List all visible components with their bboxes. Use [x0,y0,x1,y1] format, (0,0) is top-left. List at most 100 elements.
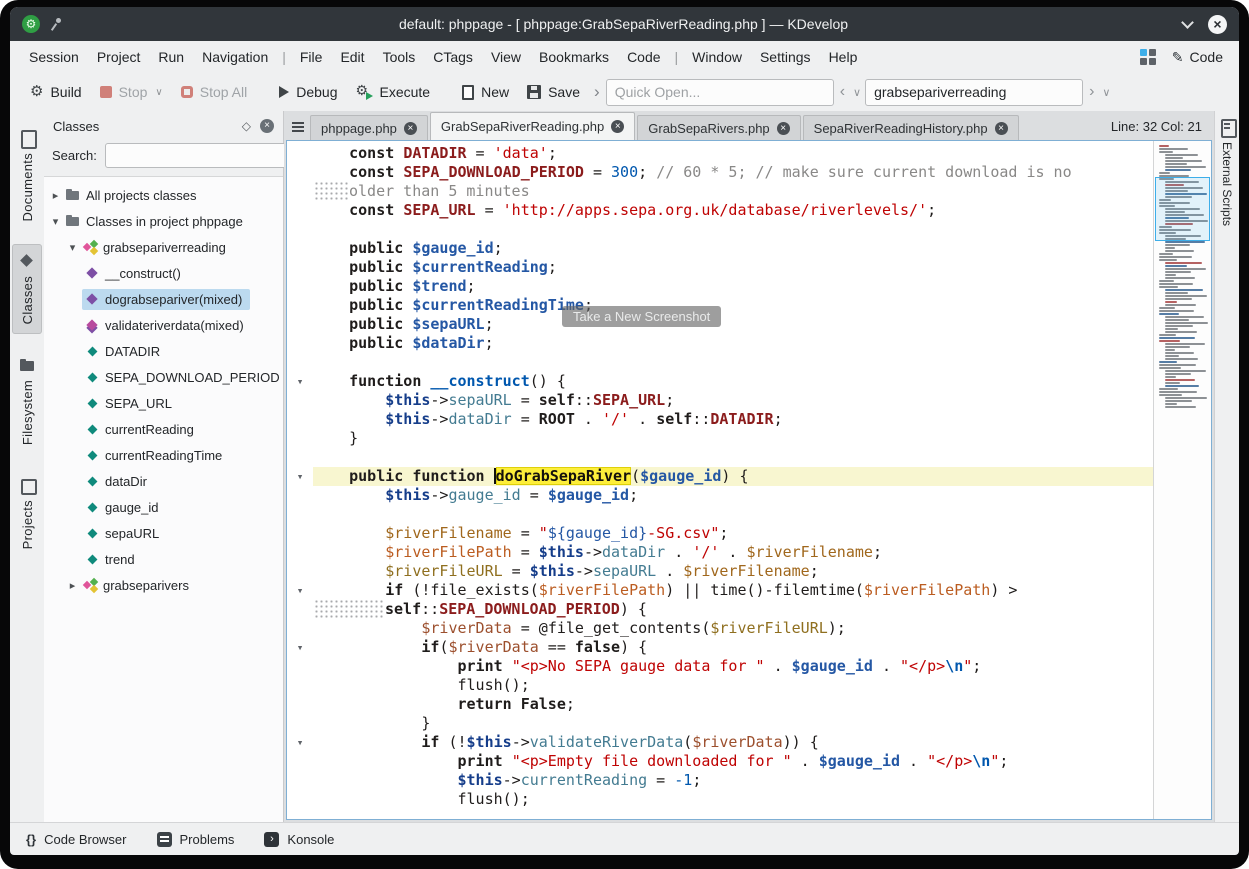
menu-item-run[interactable]: Run [149,44,193,70]
menu-item-session[interactable]: Session [20,44,88,70]
code-token: . [900,752,927,770]
minimap-viewport[interactable] [1155,177,1210,241]
tree-item--construct-[interactable]: __construct() [44,260,283,286]
dock-tab-classes[interactable]: Classes [12,244,42,333]
save-button[interactable]: Save [519,80,588,104]
menu-item-help[interactable]: Help [820,44,867,70]
fold-marker-icon[interactable]: ▾ [287,638,313,657]
classes-tree[interactable]: ▸All projects classes▾Classes in project… [44,176,283,822]
minimap-line [1159,307,1175,309]
document-list-icon[interactable] [286,115,310,139]
minimap-line [1165,331,1197,333]
minimap-line [1159,334,1176,336]
fold-marker-icon[interactable]: ▾ [287,581,313,600]
classes-search-input[interactable] [105,143,295,168]
fold-marker-icon[interactable]: ▾ [287,372,313,391]
editor-tab[interactable]: GrabSepaRivers.php× [637,115,800,140]
minimap[interactable] [1153,141,1211,819]
toolview-button-konsole[interactable]: ›Konsole [264,832,334,847]
tree-item-gauge-id[interactable]: gauge_id [44,494,283,520]
nav-next-icon[interactable]: › [1085,83,1098,101]
chevron-down-icon[interactable] [1181,16,1194,29]
tree-item-sepa-download-period[interactable]: SEPA_DOWNLOAD_PERIOD [44,364,283,390]
fold-marker-icon[interactable]: ▾ [287,467,313,486]
dock-tab-external-scripts[interactable]: External Scripts [1219,119,1235,226]
code-token: public [349,334,403,352]
expander-icon[interactable]: ▸ [48,189,63,202]
code-token [394,201,403,219]
stop-all-label: Stop All [200,84,247,100]
dock-tab-projects[interactable]: Projects [12,468,42,558]
tab-close-icon[interactable]: × [777,122,790,135]
expander-icon[interactable]: ▾ [65,241,80,254]
tab-close-icon[interactable]: × [404,122,417,135]
menu-item-file[interactable]: File [291,44,332,70]
toolbar-overflow-icon[interactable]: › [590,82,604,102]
pin-icon[interactable] [50,16,64,32]
tab-close-icon[interactable]: × [995,122,1008,135]
debug-button[interactable]: Debug [271,80,345,104]
menu-item-view[interactable]: View [482,44,530,70]
menu-item-navigation[interactable]: Navigation [193,44,277,70]
tree-item-trend[interactable]: trend [44,546,283,572]
build-button[interactable]: ⚙ Build [22,80,90,104]
menu-item-settings[interactable]: Settings [751,44,820,70]
code-line: $riverFilePath = $this->dataDir . '/' . … [287,543,1153,562]
area-grid-icon[interactable] [1140,49,1156,65]
stop-button[interactable]: Stop ∨ [92,80,171,104]
tree-item-sepa-url[interactable]: SEPA_URL [44,390,283,416]
menu-item-ctags[interactable]: CTags [424,44,482,70]
tree-item-datadir[interactable]: dataDir [44,468,283,494]
tree-item-currentreadingtime[interactable]: currentReadingTime [44,442,283,468]
search-nav-input[interactable] [865,79,1083,106]
menu-item-bookmarks[interactable]: Bookmarks [530,44,618,70]
tree-item-classes-in-project-phppage[interactable]: ▾Classes in project phppage [44,208,283,234]
code-token: SEPA_URL [593,391,665,409]
code-area[interactable]: const DATADIR = 'data'; const SEPA_DOWNL… [287,141,1153,819]
area-switcher-button[interactable]: ✎ Code [1172,49,1223,66]
tree-item-dograbsepariver-mixed-[interactable]: dograbsepariver(mixed) [44,286,283,312]
menu-item-tools[interactable]: Tools [374,44,425,70]
code-token [313,239,349,257]
code-line: public $currentReading; [287,258,1153,277]
stop-all-button[interactable]: Stop All [173,80,255,104]
tree-item-grabsepariverreading[interactable]: ▾grabsepariverreading [44,234,283,260]
tree-item-datadir[interactable]: DATADIR [44,338,283,364]
titlebar[interactable]: ⚙ default: phppage - [ phppage:GrabSepaR… [10,7,1239,41]
tree-item-label: sepaURL [105,526,159,541]
code-text: $riverFileURL = $this->sepaURL . $riverF… [313,562,1153,581]
toolview-button-problems[interactable]: Problems [157,832,235,847]
tree-item-sepaurl[interactable]: sepaURL [44,520,283,546]
fold-marker-icon[interactable]: ▾ [287,733,313,752]
expander-icon[interactable]: ▾ [48,215,63,228]
tree-item-all-projects-classes[interactable]: ▸All projects classes [44,182,283,208]
minimap-line [1165,250,1194,252]
toolview-button-code-browser[interactable]: {}Code Browser [26,832,127,847]
editor-tab[interactable]: phppage.php× [310,115,428,140]
detach-icon[interactable]: ◇ [242,119,251,133]
execute-button[interactable]: Execute [347,80,438,104]
tree-item-validateriverdata-mixed-[interactable]: validateriverdata(mixed) [44,312,283,338]
code-token: print [458,752,503,770]
dock-tab-documents[interactable]: Documents [12,121,42,230]
nav-next-dropdown-icon[interactable]: ∨ [1100,86,1112,99]
tree-item-currentreading[interactable]: currentReading [44,416,283,442]
editor-tab[interactable]: GrabSepaRiverReading.php× [430,112,635,140]
nav-prev-dropdown-icon[interactable]: ∨ [851,86,863,99]
expander-icon[interactable]: ▸ [65,579,80,592]
new-button[interactable]: New [454,80,517,104]
editor-tab[interactable]: SepaRiverReadingHistory.php× [803,115,1019,140]
quick-open-input[interactable] [606,79,834,106]
dock-tab-filesystem[interactable]: Filesystem [12,348,42,454]
stop-dropdown-icon[interactable]: ∨ [155,87,162,98]
tab-close-icon[interactable]: × [611,120,624,133]
menu-item-window[interactable]: Window [683,44,751,70]
code-token: -> [575,562,593,580]
menu-item-code[interactable]: Code [618,44,669,70]
nav-prev-icon[interactable]: ‹ [836,83,849,101]
panel-close-icon[interactable]: × [260,119,274,133]
close-button[interactable]: × [1208,15,1227,34]
tree-item-grabseparivers[interactable]: ▸grabseparivers [44,572,283,598]
menu-item-edit[interactable]: Edit [331,44,373,70]
menu-item-project[interactable]: Project [88,44,150,70]
